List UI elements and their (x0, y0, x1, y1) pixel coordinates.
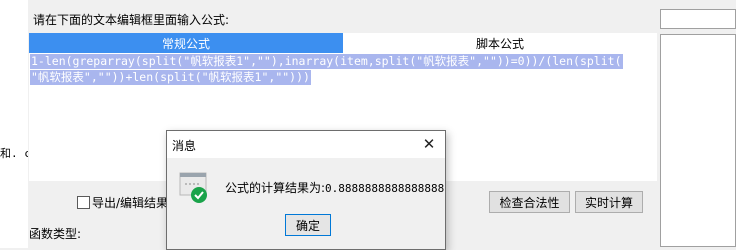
formula-line-1: 1-len(greparray(split("帆软报表1",""),inarra… (30, 54, 623, 69)
formula-prompt: 请在下面的文本编辑框里面输入公式: (33, 13, 230, 27)
tab-normal-formula[interactable]: 常规公式 (29, 33, 343, 53)
check-validity-button-label: 检查合法性 (499, 195, 560, 210)
left-window-strip (0, 0, 28, 248)
tab-script-formula[interactable]: 脚本公式 (343, 33, 657, 54)
dialog-message: 公式的计算结果为:0.8888888888888888 (225, 179, 444, 196)
check-validity-button[interactable]: 检查合法性 (489, 191, 570, 213)
close-icon[interactable]: ✕ (421, 136, 437, 152)
function-search-input[interactable] (660, 9, 736, 29)
function-type-label: 函数类型: (29, 227, 82, 241)
ok-button-label: 确定 (295, 218, 320, 233)
dialog-body: 公式的计算结果为:0.8888888888888888 确定 (167, 158, 445, 249)
ok-button[interactable]: 确定 (285, 214, 331, 236)
dialog-titlebar[interactable]: 消息 ✕ (167, 131, 445, 158)
message-dialog: 消息 ✕ 公式的计算结果为:0.8888888888888888 确定 (166, 130, 446, 250)
result-value: 0.8888888888888888 (325, 182, 445, 195)
tab-normal-formula-label: 常规公式 (161, 36, 210, 51)
result-prefix: 公式的计算结果为: (225, 181, 326, 195)
success-check-icon (179, 172, 209, 204)
tab-script-formula-label: 脚本公式 (475, 36, 524, 51)
formula-line-2: "帆软报表",""))+len(split("帆软报表1",""))) (30, 70, 311, 85)
realtime-calc-button-label: 实时计算 (584, 195, 633, 210)
realtime-calc-button[interactable]: 实时计算 (575, 191, 643, 213)
function-list-box[interactable] (660, 34, 736, 247)
dialog-title: 消息 (172, 139, 197, 153)
export-edit-result-label: 导出/编辑结果 (92, 196, 169, 210)
export-edit-result-checkbox[interactable] (77, 196, 90, 209)
